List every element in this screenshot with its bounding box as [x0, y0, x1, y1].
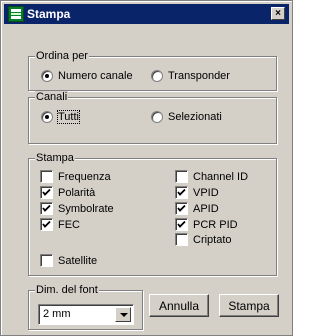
group-font-size-legend: Dim. del font [35, 284, 99, 297]
checkbox-box [40, 170, 53, 183]
checkbox-label: Frequenza [58, 170, 111, 183]
radio-label: Numero canale [58, 69, 133, 82]
checkbox-right-3[interactable]: PCR PID [175, 217, 238, 232]
print-button[interactable]: Stampa [219, 294, 279, 317]
group-sort-by: Ordina per Numero canale Transponder [28, 50, 277, 91]
checkbox-box [175, 218, 188, 231]
group-sort-by-legend: Ordina per [35, 50, 89, 63]
checkbox-left-1[interactable]: Polarità [40, 185, 95, 200]
checkmark-icon [42, 220, 51, 228]
group-print-fields-legend: Stampa [35, 152, 75, 165]
group-channels: Canali Tutti Selezionati [28, 91, 277, 144]
radio-indicator [41, 110, 53, 123]
group-print-fields: Stampa Frequenza Polarità Symbolrate FEC Sat… [28, 152, 277, 276]
radio-channels-selected[interactable]: Selezionati [151, 109, 222, 124]
checkbox-box [40, 218, 53, 231]
window-title: Stampa [27, 7, 71, 21]
checkbox-box [40, 254, 53, 267]
group-channels-legend: Canali [35, 91, 69, 104]
checkbox-left-3[interactable]: FEC [40, 217, 80, 232]
font-size-value: 2 mm [43, 308, 71, 320]
checkmark-icon [42, 204, 51, 212]
cancel-button[interactable]: Annulla [149, 294, 209, 317]
font-size-select[interactable]: 2 mm [38, 304, 134, 325]
radio-channels-all[interactable]: Tutti [41, 109, 80, 124]
checkbox-label: APID [193, 202, 219, 215]
cancel-button-label: Annulla [158, 298, 200, 313]
checkbox-box [40, 186, 53, 199]
print-button-label: Stampa [228, 298, 270, 313]
checkbox-left-4[interactable]: Satellite [40, 253, 97, 268]
checkbox-box [175, 233, 188, 246]
checkbox-left-2[interactable]: Symbolrate [40, 201, 114, 216]
chevron-down-icon[interactable] [115, 307, 131, 322]
radio-sort-transponder[interactable]: Transponder [151, 68, 230, 83]
checkbox-right-0[interactable]: Channel ID [175, 169, 248, 184]
checkbox-label: Channel ID [193, 170, 249, 183]
radio-label: Tutti [57, 109, 80, 124]
checkbox-left-0[interactable]: Frequenza [40, 169, 111, 184]
checkbox-right-4[interactable]: Criptato [175, 232, 232, 247]
checkmark-icon [177, 204, 186, 212]
checkmark-icon [177, 188, 186, 196]
radio-indicator [41, 69, 53, 82]
radio-indicator [151, 110, 163, 123]
checkbox-box [175, 186, 188, 199]
checkbox-label: Criptato [193, 233, 232, 246]
checkbox-label: VPID [193, 186, 219, 199]
print-dialog: Stampa × Ordina per Numero canale Transp… [0, 0, 293, 336]
checkbox-right-1[interactable]: VPID [175, 185, 219, 200]
checkbox-box [175, 170, 188, 183]
checkbox-label: Symbolrate [58, 202, 114, 215]
checkbox-label: FEC [58, 218, 80, 231]
close-icon: × [275, 8, 281, 19]
checkbox-box [40, 202, 53, 215]
radio-sort-channel-number[interactable]: Numero canale [41, 68, 133, 83]
close-button[interactable]: × [271, 7, 285, 20]
radio-label: Selezionati [168, 110, 222, 123]
title-bar[interactable]: Stampa × [4, 4, 289, 24]
checkbox-label: Satellite [58, 254, 98, 267]
checkbox-right-2[interactable]: APID [175, 201, 219, 216]
checkmark-icon [42, 188, 51, 196]
checkbox-box [175, 202, 188, 215]
checkbox-label: PCR PID [193, 218, 238, 231]
checkmark-icon [177, 220, 186, 228]
radio-indicator [151, 69, 163, 82]
radio-label: Transponder [168, 69, 230, 82]
print-app-icon [8, 6, 24, 22]
checkbox-label: Polarità [58, 186, 96, 199]
